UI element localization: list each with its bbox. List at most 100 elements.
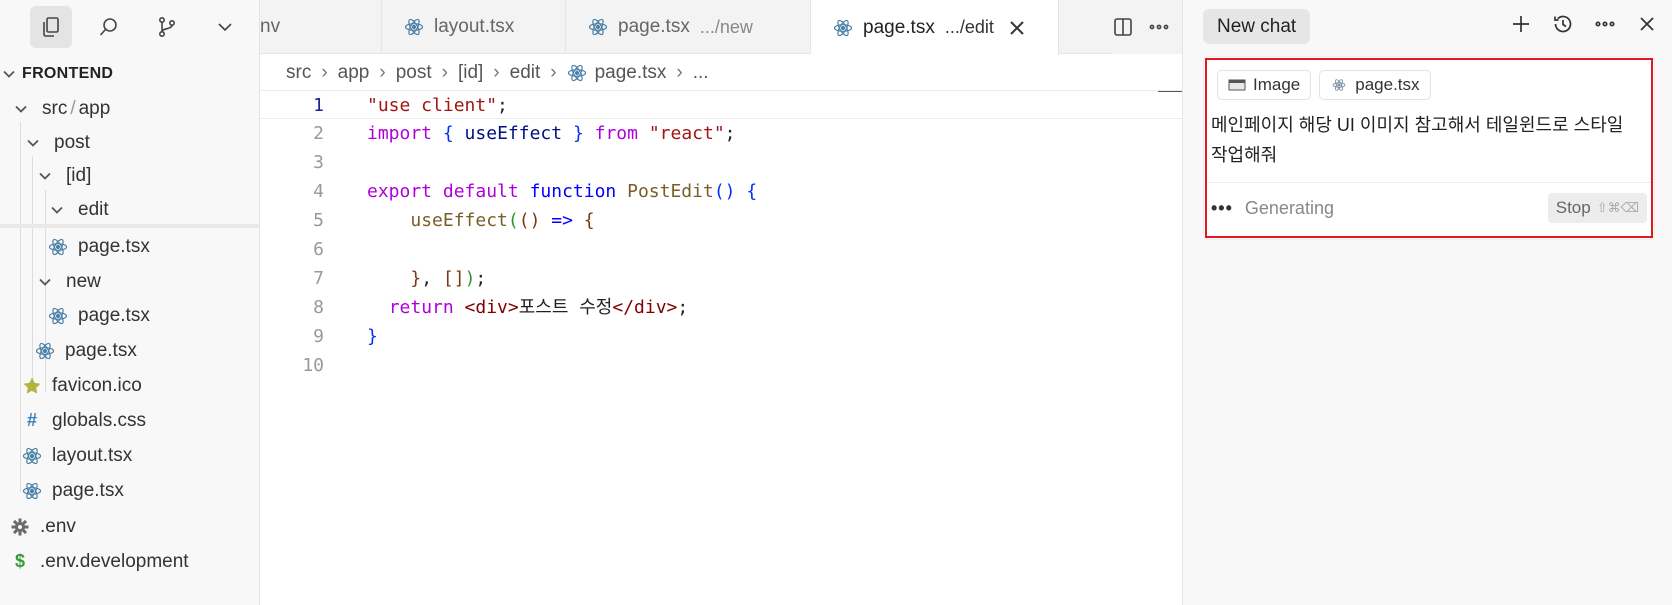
tree-folder-id[interactable]: [id] xyxy=(0,158,259,193)
tab-env[interactable]: nv xyxy=(260,0,382,54)
breadcrumb-item[interactable]: src xyxy=(286,62,311,84)
tree-item-label: page.tsx xyxy=(65,339,137,361)
code-token: export default xyxy=(367,181,530,202)
tree-folder-new[interactable]: new xyxy=(0,264,259,299)
line-number: 1 xyxy=(313,95,324,116)
breadcrumb-item[interactable]: [id] xyxy=(458,62,483,84)
tree-file-new-page[interactable]: page.tsx xyxy=(0,298,259,333)
code-line[interactable]: 1 "use client"; xyxy=(260,90,1182,119)
tree-item-label: post xyxy=(54,131,90,153)
code-token: return xyxy=(388,297,465,318)
star-icon xyxy=(22,376,42,396)
tree-file-layout[interactable]: layout.tsx xyxy=(0,438,259,473)
code-token: { xyxy=(746,181,758,202)
chat-header: New chat xyxy=(1183,0,1672,54)
context-pills: Image page.tsx xyxy=(1217,70,1431,100)
line-text: "use client"; xyxy=(367,91,508,120)
tree-folder-src-app[interactable]: src / app xyxy=(0,91,259,126)
code-line[interactable]: 6 xyxy=(260,235,1182,264)
tree-folder-edit[interactable]: edit xyxy=(0,192,259,227)
breadcrumb-item[interactable]: edit xyxy=(510,62,541,84)
breadcrumb-item[interactable]: page.tsx xyxy=(595,62,667,84)
stop-button[interactable]: Stop ⇧⌘⌫ xyxy=(1547,193,1647,223)
new-chat-tab[interactable]: New chat xyxy=(1203,9,1311,44)
more-actions-icon[interactable] xyxy=(1148,16,1170,38)
chevron-down-icon xyxy=(26,136,40,150)
pill-label: Image xyxy=(1253,75,1301,94)
code-token: "react" xyxy=(648,123,725,144)
files-icon xyxy=(43,17,59,37)
gear-icon xyxy=(10,517,30,537)
tree-file-env[interactable]: .env xyxy=(0,509,259,544)
tree-file-env-development[interactable]: $ .env.development xyxy=(0,544,259,579)
tree-item-label: app xyxy=(78,97,111,119)
code-line[interactable]: 2 import { useEffect } from "react"; xyxy=(260,119,1182,148)
plus-icon[interactable] xyxy=(1509,12,1533,36)
chevron-right-icon: › xyxy=(550,62,557,83)
code-token: </div> xyxy=(612,297,678,318)
code-line[interactable]: 8 return <div>포스트 수정</div>; xyxy=(260,293,1182,322)
code-line[interactable]: 7 }, []); xyxy=(260,264,1182,293)
tab-layout[interactable]: layout.tsx xyxy=(382,0,566,54)
react-icon xyxy=(588,17,608,37)
code-line[interactable]: 3 xyxy=(260,148,1182,177)
line-text: import { useEffect } from "react"; xyxy=(367,119,736,148)
react-icon xyxy=(48,237,68,257)
prompt-text[interactable]: 메인페이지 해당 UI 이미지 참고해서 테일윈드로 스타일 작업해줘 xyxy=(1211,110,1643,170)
tab-page-new[interactable]: page.tsx .../new xyxy=(566,0,811,54)
chevron-down-icon xyxy=(38,275,52,289)
tree-file-favicon[interactable]: favicon.ico xyxy=(0,368,259,403)
search-icon xyxy=(99,18,117,36)
search-button[interactable] xyxy=(88,6,130,48)
chevron-right-icon: › xyxy=(441,62,448,83)
code-line[interactable]: 4 export default function PostEdit() { xyxy=(260,177,1182,206)
tree-file-edit-page[interactable]: page.tsx xyxy=(0,229,259,264)
react-icon xyxy=(833,18,853,38)
editor-tab-bar: nv layout.tsx page.tsx .../new page.tsx … xyxy=(260,0,1182,55)
code-token: { xyxy=(583,210,595,231)
source-control-button[interactable] xyxy=(146,6,188,48)
close-icon[interactable] xyxy=(1008,19,1026,37)
close-icon[interactable] xyxy=(1635,12,1659,36)
line-text: useEffect(() => { xyxy=(367,206,595,235)
breadcrumb-item[interactable]: ... xyxy=(693,62,709,84)
code-token: useEffect xyxy=(410,210,508,231)
explorer-button[interactable] xyxy=(30,6,72,48)
code-token: () xyxy=(518,210,552,231)
split-editor-icon[interactable] xyxy=(1112,16,1134,38)
more-actions-icon[interactable] xyxy=(1593,12,1617,36)
breadcrumb-item[interactable]: app xyxy=(338,62,370,84)
chevron-down-icon xyxy=(218,23,232,32)
composer-divider xyxy=(1207,182,1651,183)
more-views-button[interactable] xyxy=(204,6,246,48)
tree-folder-post[interactable]: post xyxy=(0,125,259,160)
explorer-root-folder[interactable]: FRONTEND xyxy=(0,56,259,91)
generation-status: ••• Generating Stop ⇧⌘⌫ xyxy=(1211,188,1647,228)
code-line[interactable]: 5 useEffect(() => { xyxy=(260,206,1182,235)
context-pill-image[interactable]: Image xyxy=(1217,70,1312,100)
line-text: return <div>포스트 수정</div>; xyxy=(367,293,689,322)
tree-item-label: [id] xyxy=(66,164,92,186)
tree-file-post-page[interactable]: page.tsx xyxy=(0,333,259,368)
breadcrumb-item[interactable]: post xyxy=(396,62,432,84)
code-token: "use client" xyxy=(367,95,498,116)
tab-page-edit[interactable]: page.tsx .../edit xyxy=(811,0,1059,55)
history-icon[interactable] xyxy=(1551,12,1575,36)
react-icon xyxy=(35,341,55,361)
code-line[interactable]: 9} xyxy=(260,322,1182,351)
code-token: useEffect xyxy=(453,123,573,144)
tree-file-app-page[interactable]: page.tsx xyxy=(0,473,259,508)
context-pill-file[interactable]: page.tsx xyxy=(1319,70,1431,100)
react-icon xyxy=(404,17,424,37)
tree-item-label: page.tsx xyxy=(52,479,124,501)
chat-composer[interactable]: Image page.tsx 메인페이지 해당 UI 이미지 참고해서 테일윈드… xyxy=(1205,58,1653,238)
code-line[interactable]: 10 xyxy=(260,351,1182,380)
code-token: <div> xyxy=(464,297,519,318)
line-number: 3 xyxy=(313,152,324,173)
code-token: PostEdit xyxy=(627,181,714,202)
line-number: 7 xyxy=(313,268,324,289)
react-icon xyxy=(567,63,587,83)
image-icon xyxy=(1228,78,1246,92)
tree-file-globals-css[interactable]: # globals.css xyxy=(0,403,259,438)
